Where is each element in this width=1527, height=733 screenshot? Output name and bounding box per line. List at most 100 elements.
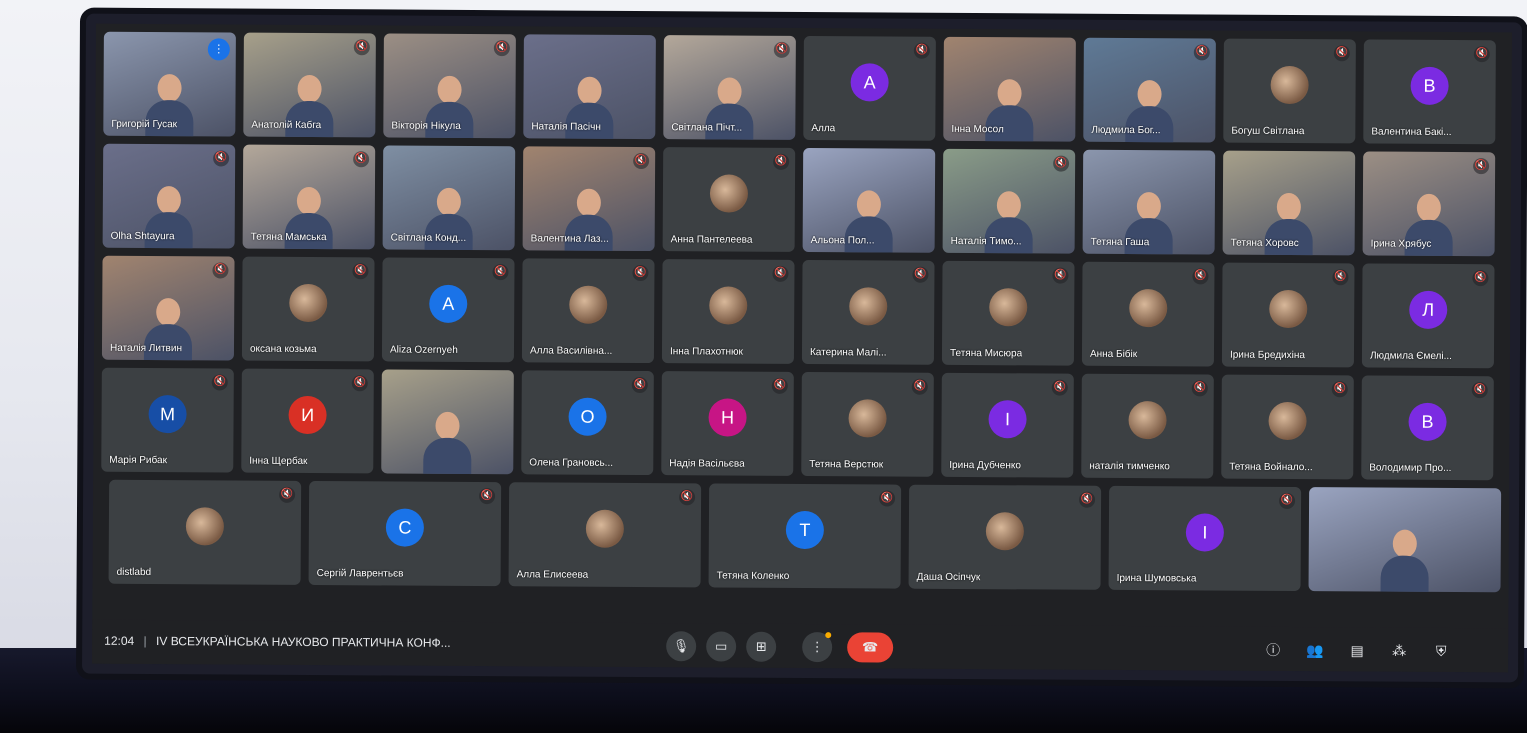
avatar-photo: [709, 174, 749, 213]
participant-tile[interactable]: И 🔇 Інна Щербак: [241, 368, 374, 474]
participant-name: Валентина Бакі...: [1371, 126, 1452, 138]
participant-tile[interactable]: 🔇 оксана козьма: [241, 256, 375, 362]
participant-tile[interactable]: 🔇 Вікторія Нікула: [383, 33, 516, 139]
participant-tile[interactable]: 🔇 наталія тимченко: [1081, 373, 1214, 479]
avatar-photo: [1269, 289, 1308, 328]
participant-tile[interactable]: 🔇 Світлана Пічт...: [663, 35, 796, 140]
camera-button[interactable]: ▭: [706, 631, 737, 662]
participant-name: Валентина Лаз...: [530, 233, 609, 245]
participant-tile[interactable]: Світлана Конд...: [382, 145, 516, 251]
participant-tile[interactable]: Наталія Пасічн: [523, 34, 656, 140]
mic-muted-icon: 🔇: [771, 377, 788, 394]
participant-tile[interactable]: 🔇 Алла Василівна...: [521, 258, 655, 364]
participant-name: Анна Пантелеева: [670, 234, 753, 246]
participant-tile[interactable]: Інна Мосол: [943, 36, 1076, 142]
present-button[interactable]: ⊞: [746, 631, 777, 662]
mic-muted-icon: 🔇: [1331, 381, 1348, 398]
mic-muted-icon: 🔇: [212, 262, 229, 279]
avatar-initial: С: [385, 508, 425, 547]
participant-tile[interactable]: В 🔇 Валентина Бакі...: [1363, 39, 1496, 145]
participant-name: Інна Мосол: [951, 123, 1004, 136]
participant-tile[interactable]: І 🔇 Ірина Дубченко: [941, 372, 1074, 478]
avatar-initial: В: [1408, 402, 1447, 441]
mic-muted-icon: 🔇: [1192, 268, 1209, 285]
participant-tile[interactable]: Н 🔇 Надія Васільєва: [661, 371, 794, 476]
mic-muted-icon: 🔇: [1279, 492, 1296, 510]
people-icon: 👥: [1306, 642, 1324, 659]
participant-tile[interactable]: 🔇 Ірина Хрябус: [1362, 151, 1496, 257]
mic-muted-icon: 🔇: [1053, 155, 1070, 172]
participant-tile[interactable]: 🔇 Катерина Малі...: [801, 260, 935, 365]
participant-tile[interactable]: ⋮ Григорій Гусак: [103, 31, 236, 137]
participant-tile[interactable]: С 🔇 Сергій Лаврентьєв: [308, 480, 502, 587]
participant-tile[interactable]: Тетяна Гаша: [1082, 149, 1216, 255]
participant-tile[interactable]: А 🔇 Алла: [803, 36, 936, 141]
participant-tile[interactable]: 🔇 Ірина Бредихіна: [1221, 262, 1355, 368]
mic-muted-icon: 🔇: [631, 376, 648, 394]
avatar-initial: І: [1185, 513, 1224, 552]
participant-tile[interactable]: О 🔇 Олена Грановсь...: [521, 370, 654, 476]
participant-tile[interactable]: 🔇 Наталія Тимо...: [942, 148, 1076, 254]
host-controls-button[interactable]: ⛨: [1430, 640, 1452, 662]
mic-muted-icon: 🔇: [1191, 380, 1208, 397]
participant-tile[interactable]: [381, 369, 514, 475]
participant-tile[interactable]: 🔇 Богуш Світлана: [1223, 38, 1356, 144]
mic-muted-icon: 🔇: [1193, 44, 1210, 61]
mic-button[interactable]: 🎙: [666, 631, 697, 662]
participant-name: Людмила Бог...: [1091, 124, 1161, 137]
participant-name: Катерина Малі...: [809, 347, 887, 359]
notification-dot: [825, 632, 832, 639]
camera-icon: ▭: [714, 638, 728, 654]
participant-tile[interactable]: A 🔇 Aliza Ozernyeh: [381, 257, 515, 363]
end-call-button[interactable]: ☎: [847, 632, 894, 663]
participant-tile[interactable]: 🔇 Тетяна Верстюк: [801, 371, 934, 477]
mic-muted-icon: 🔇: [1079, 491, 1096, 508]
participant-tile[interactable]: 🔇 Наталія Литвин: [101, 255, 235, 361]
participant-tile[interactable]: [1308, 487, 1502, 593]
participant-name: Надія Васільєва: [669, 458, 745, 470]
participant-tile[interactable]: М 🔇 Марія Рибак: [101, 367, 234, 473]
mic-muted-icon: 🔇: [493, 40, 510, 57]
avatar-initial: М: [148, 394, 187, 433]
participant-tile[interactable]: Т 🔇 Тетяна Коленко: [708, 483, 902, 589]
info-button[interactable]: ⓘ: [1262, 639, 1284, 661]
participant-tile[interactable]: 🔇 Olha Shtayura: [102, 143, 236, 249]
participant-name: Інна Плахотнюк: [669, 346, 743, 358]
participant-grid: ⋮ Григорій Гусак 🔇 Анатолій Кабга 🔇 Вікторія …: [96, 24, 1512, 593]
participant-tile[interactable]: 🔇 Алла Елисеева: [508, 482, 702, 588]
avatar-photo: [569, 285, 608, 324]
participant-tile[interactable]: 🔇 distlabd: [108, 479, 302, 585]
participant-tile[interactable]: 🔇 Тетяна Войнало...: [1221, 374, 1354, 480]
mic-muted-icon: 🔇: [1051, 379, 1068, 396]
participant-tile[interactable]: 🔇 Валентина Лаз...: [522, 146, 656, 252]
activities-button[interactable]: ⁂: [1388, 640, 1410, 662]
participant-tile[interactable]: Альона Пол...: [802, 148, 936, 253]
meet-screen: ⋮ Григорій Гусак 🔇 Анатолій Кабга 🔇 Вікторія …: [92, 23, 1512, 673]
participant-tile[interactable]: Л 🔇 Людмила Ємелі...: [1361, 263, 1495, 369]
participant-name: distlabd: [116, 566, 152, 579]
participant-tile[interactable]: 🔇 Інна Плахотнюк: [661, 259, 795, 364]
people-button[interactable]: 👥: [1304, 639, 1326, 661]
participant-tile[interactable]: 🔇 Анна Пантелеева: [662, 147, 796, 252]
participant-tile[interactable]: 🔇 Анна Бібік: [1081, 261, 1215, 367]
more-options-icon: ⋮: [810, 639, 824, 655]
monitor: ⋮ Григорій Гусак 🔇 Анатолій Кабга 🔇 Вікторія …: [81, 13, 1523, 683]
participant-tile[interactable]: 🔇 Даша Осіпчук: [908, 484, 1102, 590]
mic-muted-icon: 🔇: [1472, 270, 1489, 287]
participant-tile[interactable]: І 🔇 Ірина Шумовська: [1108, 485, 1302, 592]
avatar-initial: В: [1410, 66, 1449, 105]
avatar-photo: [1268, 401, 1307, 440]
participant-tile[interactable]: 🔇 Тетяна Мисюра: [941, 260, 1075, 366]
participant-video: [423, 411, 472, 475]
chat-button[interactable]: ▤: [1346, 639, 1368, 661]
participant-name: Ірина Бредихіна: [1229, 349, 1305, 362]
participant-tile[interactable]: В 🔇 Володимир Про...: [1361, 375, 1494, 481]
participant-tile[interactable]: 🔇 Людмила Бог...: [1083, 37, 1216, 143]
avatar-photo: [185, 506, 225, 546]
participant-tile[interactable]: 🔇 Тетяна Мамська: [242, 144, 376, 250]
participant-tile[interactable]: Тетяна Хоровс: [1222, 150, 1356, 256]
participant-name: Olha Shtayura: [110, 230, 175, 243]
participant-name: Анатолій Кабга: [251, 119, 322, 132]
avatar-photo: [289, 283, 328, 322]
participant-tile[interactable]: 🔇 Анатолій Кабга: [243, 32, 376, 138]
